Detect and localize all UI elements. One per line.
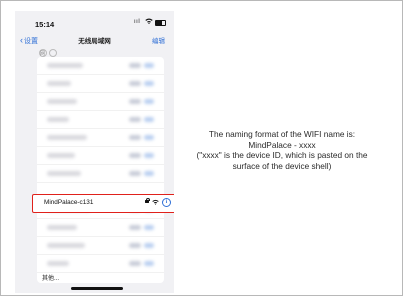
network-row-blurred[interactable]: [37, 57, 164, 75]
caption-line-1: The naming format of the WIFI name is:: [208, 129, 356, 139]
instruction-caption: The naming format of the WIFI name is: M…: [176, 129, 388, 171]
status-bar: 15:14 ııl: [15, 11, 174, 33]
network-row-blurred[interactable]: [37, 147, 164, 165]
cellular-signal-icon: ııl: [134, 19, 141, 25]
network-row-blurred[interactable]: [37, 237, 164, 255]
caption-line-2: MindPalace - xxxx: [248, 139, 316, 150]
other-network-item[interactable]: 其他...: [42, 273, 59, 282]
phone-screenshot: 15:14 ııl ‹设置 无线局域网 编辑 网络: [15, 11, 174, 293]
caption-line-3: ("xxxx" is the device ID, which is paste…: [196, 150, 368, 161]
nav-bar: ‹设置 无线局域网 编辑: [15, 33, 174, 47]
image-frame: 15:14 ııl ‹设置 无线局域网 编辑 网络: [0, 0, 403, 296]
network-list: [37, 57, 164, 283]
network-row-blurred[interactable]: [37, 111, 164, 129]
loading-spinner-icon: [49, 49, 57, 57]
network-row-blurred[interactable]: [37, 255, 164, 273]
caption-line-4: surface of the device shell): [232, 160, 332, 171]
section-label: 网络: [39, 49, 47, 64]
network-row-blurred[interactable]: [37, 165, 164, 183]
page-title: 无线局域网: [78, 38, 111, 45]
network-row-blurred[interactable]: [37, 75, 164, 93]
networks-section-header: 网络: [37, 49, 57, 64]
network-name: MindPalace-c131: [44, 199, 94, 206]
wifi-signal-icon: [152, 199, 159, 205]
info-icon[interactable]: i: [162, 198, 171, 207]
home-indicator: [71, 287, 123, 290]
status-time: 15:14: [35, 20, 55, 29]
wifi-status-icon: [145, 18, 153, 24]
network-row-blurred[interactable]: [37, 93, 164, 111]
battery-icon: [155, 20, 166, 26]
network-row-blurred[interactable]: [37, 219, 164, 237]
network-row-blurred[interactable]: [37, 129, 164, 147]
lock-icon: [145, 197, 150, 203]
highlighted-network-row[interactable]: MindPalace-c131 i: [32, 194, 174, 213]
edit-button[interactable]: 编辑: [152, 35, 165, 45]
